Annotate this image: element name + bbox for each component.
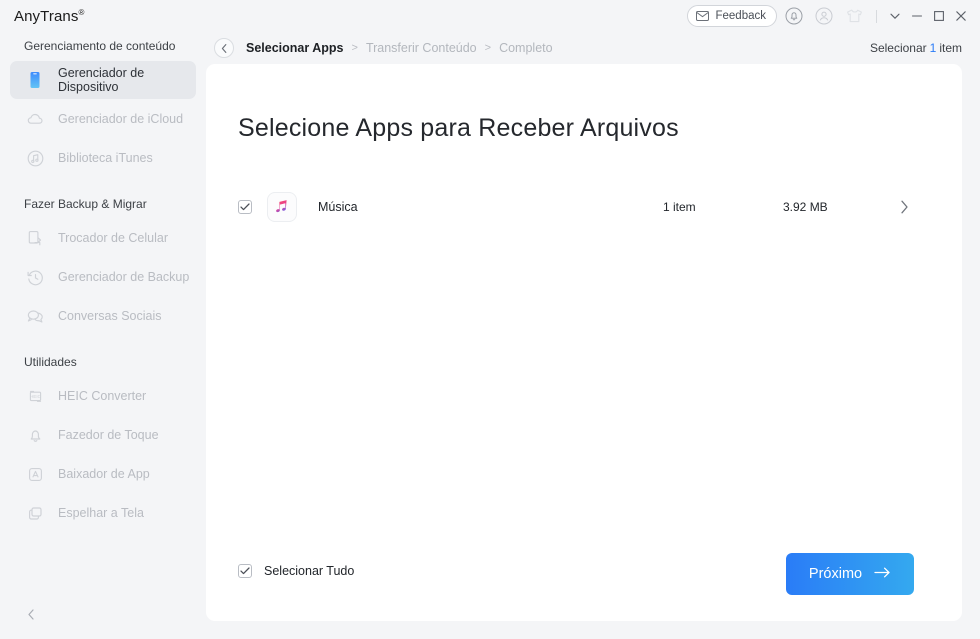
sidebar-item-label: Biblioteca iTunes bbox=[58, 151, 153, 165]
sidebar-collapse-button[interactable] bbox=[20, 603, 42, 625]
next-button-label: Próximo bbox=[808, 566, 863, 582]
checkmark-icon bbox=[240, 203, 250, 211]
envelope-icon bbox=[696, 11, 710, 21]
sidebar-item-baixador-de-app[interactable]: Baixador de App bbox=[10, 455, 196, 493]
selection-prefix: Selecionar bbox=[869, 41, 927, 55]
chat-bubbles-icon bbox=[22, 303, 48, 329]
breadcrumb-steps: Selecionar Apps > Transferir Conteúdo > … bbox=[246, 41, 553, 55]
select-all-label: Selecionar Tudo bbox=[264, 564, 355, 578]
appstore-icon bbox=[22, 461, 48, 487]
content-panel: Selecione Apps para Receber Arquivos Mús… bbox=[206, 64, 962, 621]
sidebar-section-title: Utilidades bbox=[24, 355, 77, 369]
apple-music-icon bbox=[268, 193, 296, 221]
clock-restore-icon bbox=[22, 264, 48, 290]
app-checkbox-musica[interactable] bbox=[238, 200, 252, 214]
select-all-checkbox[interactable] bbox=[238, 564, 252, 578]
selection-status: Selecionar 1 item bbox=[870, 32, 962, 64]
bell-outline-icon bbox=[22, 422, 48, 448]
sidebar-item-gerenciador-de-dispositivo[interactable]: Gerenciador de Dispositivo bbox=[10, 61, 196, 99]
selection-count: 1 bbox=[929, 41, 937, 55]
bell-icon bbox=[785, 7, 803, 25]
close-icon bbox=[956, 11, 966, 21]
checkmark-icon bbox=[240, 567, 250, 575]
registered-mark: ® bbox=[78, 7, 85, 17]
sidebar-item-label: Baixador de App bbox=[58, 467, 150, 481]
title-bar: AnyTrans® Feedback bbox=[0, 0, 980, 32]
sidebar-item-label: Espelhar a Tela bbox=[58, 506, 144, 520]
app-size: 3.92 MB bbox=[783, 200, 828, 214]
sidebar-item-gerenciador-de-icloud[interactable]: Gerenciador de iCloud bbox=[10, 100, 196, 138]
notification-button[interactable] bbox=[781, 3, 807, 29]
titlebar-divider bbox=[876, 9, 877, 23]
sidebar-item-fazedor-de-toque[interactable]: Fazedor de Toque bbox=[10, 416, 196, 454]
app-list: Música 1 item 3.92 MB bbox=[238, 186, 938, 228]
itunes-note-icon bbox=[22, 145, 48, 171]
select-all-row[interactable]: Selecionar Tudo bbox=[238, 564, 354, 578]
application-window: AnyTrans® Feedback Gerenciamento de cont… bbox=[0, 0, 980, 639]
panel-footer: Selecionar Tudo Próximo bbox=[238, 553, 938, 595]
breadcrumb-step-completo[interactable]: Completo bbox=[499, 41, 553, 55]
sidebar-item-conversas-sociais[interactable]: Conversas Sociais bbox=[10, 297, 196, 335]
app-brand-name: AnyTrans bbox=[14, 7, 79, 25]
maximize-button[interactable] bbox=[928, 3, 950, 29]
sidebar: Gerenciamento de conteúdo Gerenciador de… bbox=[0, 32, 206, 639]
page-title: Selecione Apps para Receber Arquivos bbox=[238, 114, 679, 142]
sidebar-item-label: Gerenciador de iCloud bbox=[58, 112, 184, 126]
feedback-button[interactable]: Feedback bbox=[687, 5, 777, 27]
account-button[interactable] bbox=[811, 3, 837, 29]
sidebar-section-title: Fazer Backup & Migrar bbox=[24, 197, 147, 211]
device-icon bbox=[22, 67, 48, 93]
cloud-icon bbox=[22, 106, 48, 132]
skin-button[interactable] bbox=[841, 3, 867, 29]
sidebar-item-espelhar-a-tela[interactable]: Espelhar a Tela bbox=[10, 494, 196, 532]
arrow-right-icon bbox=[874, 566, 891, 582]
person-icon bbox=[815, 7, 833, 25]
app-name: Música bbox=[318, 200, 358, 214]
app-brand: AnyTrans® bbox=[14, 8, 84, 25]
tshirt-icon bbox=[846, 9, 862, 23]
svg-text:HEIC: HEIC bbox=[30, 394, 41, 399]
selection-suffix: item bbox=[939, 41, 962, 55]
breadcrumb-separator: > bbox=[351, 42, 358, 54]
phone-switch-icon bbox=[22, 225, 48, 251]
title-bar-controls: Feedback bbox=[687, 0, 972, 32]
sidebar-item-label: Gerenciador de Backup bbox=[58, 270, 190, 284]
close-button[interactable] bbox=[950, 3, 972, 29]
sidebar-item-label: Conversas Sociais bbox=[58, 309, 162, 323]
sidebar-item-label: Gerenciador de Dispositivo bbox=[58, 66, 145, 94]
heic-icon: HEIC bbox=[22, 383, 48, 409]
chevron-right-icon bbox=[901, 200, 908, 214]
sidebar-section-title: Gerenciamento de conteúdo bbox=[24, 39, 176, 53]
sidebar-item-trocador-de-celular[interactable]: Trocador de Celular bbox=[10, 219, 196, 257]
back-button[interactable] bbox=[214, 38, 234, 58]
next-button[interactable]: Próximo bbox=[786, 553, 914, 595]
minimize-button[interactable] bbox=[906, 3, 928, 29]
chevron-left-icon bbox=[27, 608, 34, 620]
chevron-left-icon bbox=[221, 43, 226, 53]
app-list-row-musica[interactable]: Música 1 item 3.92 MB bbox=[238, 186, 938, 228]
sidebar-item-label: HEIC Converter bbox=[58, 389, 147, 403]
more-menu-button[interactable] bbox=[884, 3, 906, 29]
breadcrumb-step-transferir-conteudo[interactable]: Transferir Conteúdo bbox=[366, 41, 477, 55]
breadcrumb-step-selecionar-apps[interactable]: Selecionar Apps bbox=[246, 41, 344, 55]
minimize-icon bbox=[911, 15, 923, 17]
breadcrumb: Selecionar Apps > Transferir Conteúdo > … bbox=[206, 32, 553, 64]
chevron-down-icon bbox=[890, 13, 900, 19]
maximize-icon bbox=[934, 11, 944, 21]
feedback-label: Feedback bbox=[715, 10, 766, 22]
sidebar-item-biblioteca-itunes[interactable]: Biblioteca iTunes bbox=[10, 139, 196, 177]
sidebar-item-label: Fazedor de Toque bbox=[58, 428, 159, 442]
breadcrumb-separator: > bbox=[484, 42, 492, 54]
app-detail-button[interactable] bbox=[899, 199, 910, 215]
sidebar-item-label: Trocador de Celular bbox=[58, 231, 169, 245]
screens-icon bbox=[22, 500, 48, 526]
sidebar-item-heic-converter[interactable]: HEIC HEIC Converter bbox=[10, 377, 196, 415]
app-item-count: 1 item bbox=[663, 200, 696, 214]
sidebar-item-gerenciador-de-backup[interactable]: Gerenciador de Backup bbox=[10, 258, 196, 296]
